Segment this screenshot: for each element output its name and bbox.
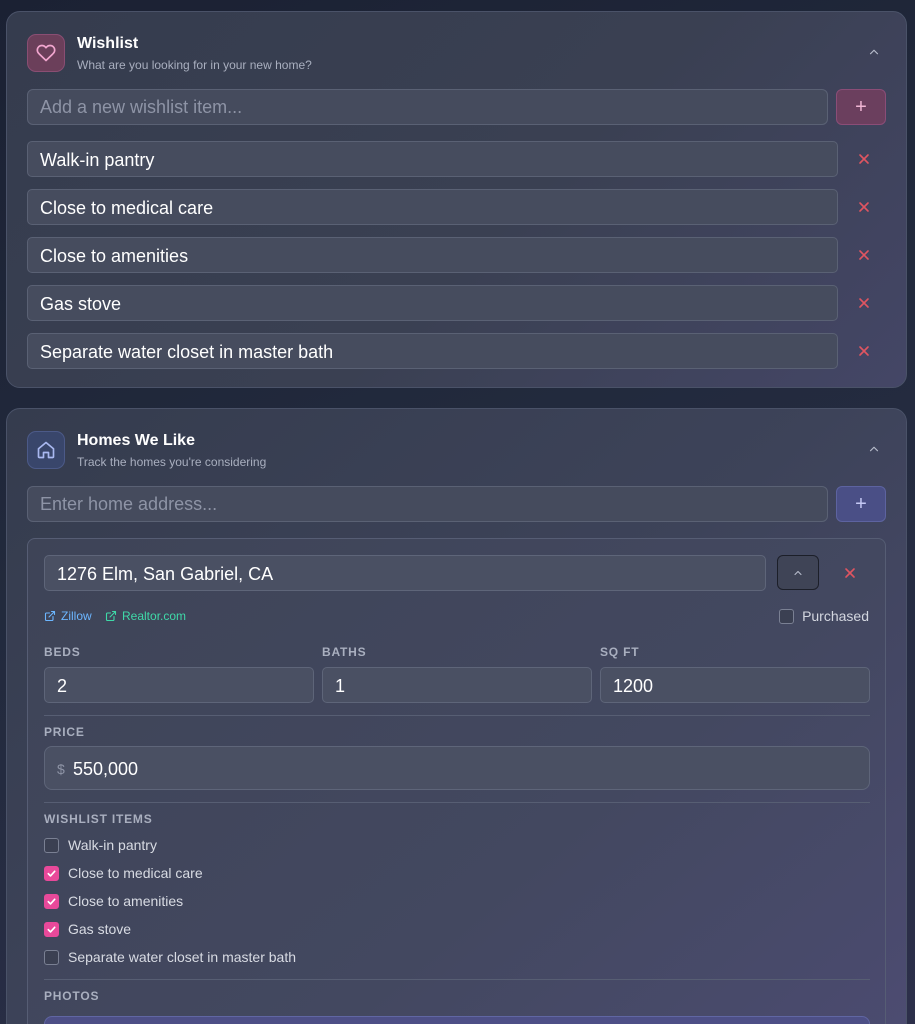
wishlist-check-item[interactable]: Walk-in pantry <box>44 837 157 853</box>
checkbox[interactable] <box>44 893 59 909</box>
chevron-up-icon <box>794 570 802 575</box>
check-icon <box>47 897 56 905</box>
chevron-up-icon[interactable] <box>864 439 884 459</box>
zillow-link-label: Zillow <box>61 609 92 623</box>
external-link-icon <box>44 610 56 622</box>
purchased-label: Purchased <box>802 608 869 624</box>
close-icon[interactable] <box>855 294 873 312</box>
wishlist-item: Walk-in pantry <box>27 141 887 177</box>
home-address-input[interactable] <box>27 486 828 522</box>
photos-label: PHOTOS <box>44 989 100 1003</box>
chevron-up-icon[interactable] <box>864 42 884 62</box>
wishlist-item-label: Close to medical care <box>27 189 838 225</box>
sqft-field[interactable]: 1200 <box>600 667 870 703</box>
wishlist-check-label: Close to amenities <box>68 893 184 909</box>
check-icon <box>47 925 56 933</box>
wishlist-subtitle: What are you looking for in your new hom… <box>77 58 312 72</box>
divider <box>44 715 870 716</box>
price-field[interactable]: $ 550,000 <box>44 746 870 790</box>
wishlist-item-label: Close to amenities <box>27 237 838 273</box>
homes-subtitle: Track the homes you're considering <box>77 455 267 469</box>
photos-dropzone[interactable] <box>44 1016 870 1024</box>
collapse-home-button[interactable] <box>777 555 819 590</box>
home-item: 1276 Elm, San Gabriel, CA Zillow Realtor… <box>27 538 886 1024</box>
baths-label: BATHS <box>322 645 367 659</box>
wishlist-item-label: Gas stove <box>27 285 838 321</box>
wishlist-item: Close to medical care <box>27 189 887 225</box>
wishlist-item: Separate water closet in master bath <box>27 333 887 369</box>
wishlist-check-item[interactable]: Close to amenities <box>44 893 183 909</box>
wishlist-card: Wishlist What are you looking for in you… <box>6 11 907 388</box>
external-link-icon <box>105 610 117 622</box>
close-icon[interactable] <box>855 150 873 168</box>
realtor-link[interactable]: Realtor.com <box>105 609 186 623</box>
wishlist-check-label: Walk-in pantry <box>68 837 157 853</box>
divider <box>44 979 870 980</box>
zillow-link[interactable]: Zillow <box>44 609 92 623</box>
beds-label: BEDS <box>44 645 81 659</box>
homes-header: Homes We Like Track the homes you're con… <box>27 429 886 469</box>
checkbox[interactable] <box>44 865 59 881</box>
wishlist-check-item[interactable]: Separate water closet in master bath <box>44 949 296 965</box>
wishlist-items-label: WISHLIST ITEMS <box>44 812 153 826</box>
close-icon[interactable] <box>841 564 859 582</box>
wishlist-input[interactable] <box>27 89 828 125</box>
wishlist-item-label: Separate water closet in master bath <box>27 333 838 369</box>
homes-card: Homes We Like Track the homes you're con… <box>6 408 907 1024</box>
sqft-label: SQ FT <box>600 645 640 659</box>
close-icon[interactable] <box>855 246 873 264</box>
wishlist-title: Wishlist <box>77 35 139 52</box>
realtor-link-label: Realtor.com <box>122 609 187 623</box>
wishlist-check-label: Gas stove <box>68 921 132 937</box>
price-value: 550,000 <box>73 759 139 779</box>
homes-title: Homes We Like <box>77 432 195 449</box>
beds-field[interactable]: 2 <box>44 667 314 703</box>
price-label: PRICE <box>44 725 85 739</box>
purchased-checkbox[interactable]: Purchased <box>779 608 869 624</box>
checkbox[interactable] <box>44 949 59 965</box>
home-icon <box>27 431 65 469</box>
add-wishlist-button[interactable]: + <box>836 89 886 125</box>
add-home-button[interactable]: + <box>836 486 886 522</box>
wishlist-check-item[interactable]: Close to medical care <box>44 865 203 881</box>
close-icon[interactable] <box>855 198 873 216</box>
purchased-checkbox-box[interactable] <box>779 608 795 624</box>
wishlist-check-label: Separate water closet in master bath <box>68 949 297 965</box>
checkbox[interactable] <box>44 837 59 853</box>
wishlist-check-item[interactable]: Gas stove <box>44 921 131 937</box>
wishlist-item: Close to amenities <box>27 237 887 273</box>
wishlist-item: Gas stove <box>27 285 887 321</box>
close-icon[interactable] <box>855 342 873 360</box>
wishlist-check-label: Close to medical care <box>68 865 203 881</box>
baths-field[interactable]: 1 <box>322 667 592 703</box>
checkbox[interactable] <box>44 921 59 937</box>
divider <box>44 802 870 803</box>
currency-symbol: $ <box>57 761 65 777</box>
wishlist-header: Wishlist What are you looking for in you… <box>27 32 886 72</box>
wishlist-item-label: Walk-in pantry <box>27 141 838 177</box>
home-address[interactable]: 1276 Elm, San Gabriel, CA <box>44 555 766 591</box>
check-icon <box>47 869 56 877</box>
heart-icon <box>27 34 65 72</box>
